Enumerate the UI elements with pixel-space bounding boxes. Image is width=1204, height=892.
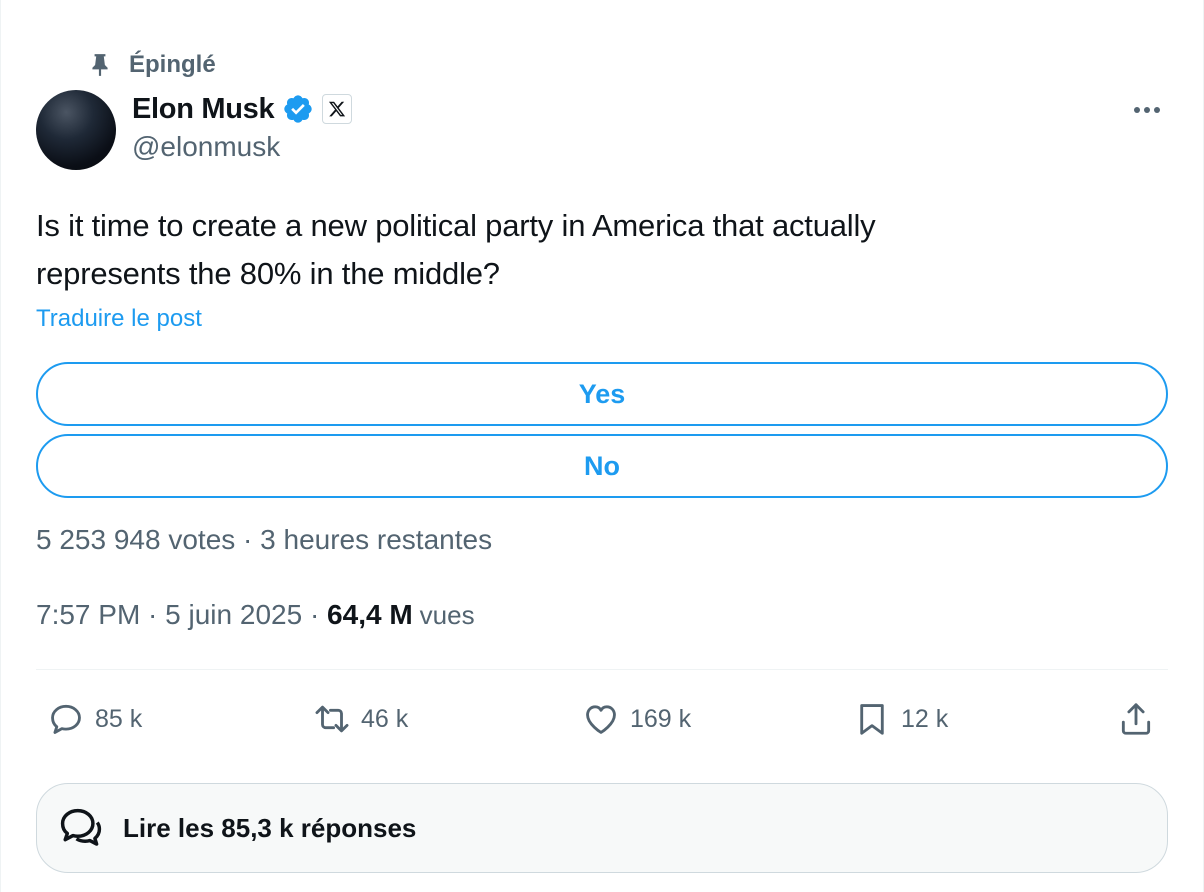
views-label: vues: [419, 600, 475, 630]
author-handle[interactable]: @elonmusk: [132, 131, 280, 163]
author-name-row: Elon Musk: [132, 90, 353, 128]
repost-button[interactable]: 46 k: [313, 697, 408, 741]
like-count: 169 k: [630, 704, 692, 733]
tweet-detail: Épinglé Elon Musk @elonmusk Is it time t…: [0, 0, 1204, 892]
author-display-name[interactable]: Elon Musk: [132, 93, 275, 126]
tweet-text: Is it time to create a new political par…: [36, 202, 1166, 298]
conversation-icon: [60, 808, 102, 846]
affiliate-badge[interactable]: [322, 94, 353, 124]
read-replies-button[interactable]: Lire les 85,3 k réponses: [36, 783, 1168, 873]
timestamp-row: 7:57 PM · 5 juin 2025 · 64,4 M vues: [36, 599, 475, 631]
poll-option-yes[interactable]: Yes: [36, 362, 1168, 426]
tweet-text-line: Is it time to create a new political par…: [36, 208, 876, 243]
tweet-text-line: represents the 80% in the middle?: [36, 256, 500, 291]
pinned-indicator: Épinglé: [87, 50, 216, 80]
repost-count: 46 k: [361, 704, 409, 733]
poll-option-no[interactable]: No: [36, 434, 1168, 498]
reply-count: 85 k: [95, 704, 143, 733]
share-button[interactable]: [1117, 697, 1155, 741]
pin-icon: [87, 52, 113, 78]
x-logo-icon: [329, 101, 346, 117]
poll-meta: 5 253 948 votes · 3 heures restantes: [36, 524, 493, 555]
reply-icon: [51, 704, 81, 734]
avatar[interactable]: [36, 90, 116, 170]
heart-icon: [586, 705, 616, 734]
bookmark-icon: [860, 704, 884, 735]
views-count: 64,4 M: [327, 599, 413, 630]
read-replies-label: Lire les 85,3 k réponses: [123, 812, 417, 843]
translate-link[interactable]: Traduire le post: [36, 305, 202, 333]
more-icon[interactable]: [1125, 92, 1169, 128]
repost-icon: [315, 705, 349, 733]
verified-badge-icon[interactable]: [282, 93, 314, 125]
divider: [36, 669, 1168, 670]
bookmark-count: 12 k: [901, 704, 949, 733]
like-button[interactable]: 169 k: [582, 697, 691, 741]
share-icon: [1121, 703, 1151, 735]
reply-button[interactable]: 85 k: [47, 697, 142, 741]
bookmark-button[interactable]: 12 k: [853, 697, 948, 741]
post-datetime[interactable]: 7:57 PM · 5 juin 2025 ·: [36, 599, 327, 631]
pinned-label: Épinglé: [129, 51, 216, 78]
